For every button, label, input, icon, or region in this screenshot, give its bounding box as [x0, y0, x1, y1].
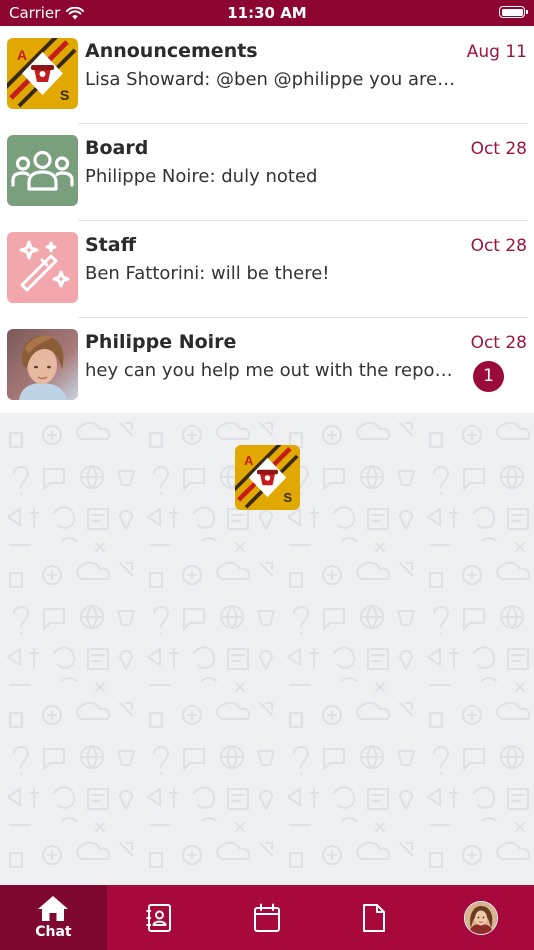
org-logo-watermark: A S — [235, 445, 300, 510]
chat-row-board[interactable]: Board Philippe Noire: duly noted Oct 28 — [0, 123, 534, 220]
chat-preview: Ben Fattorini: will be there! — [85, 263, 330, 284]
svg-text:S: S — [60, 87, 69, 103]
tab-profile[interactable] — [427, 885, 534, 950]
chat-preview: Philippe Noire: duly noted — [85, 166, 318, 187]
chat-title: Philippe Noire — [85, 331, 237, 353]
user-photo — [7, 329, 78, 400]
status-time: 11:30 AM — [227, 4, 307, 22]
org-logo-avatar: A S — [7, 38, 78, 109]
svg-text:A: A — [244, 453, 253, 468]
app-screen: Carrier 11:30 AM A S Announcements Lisa … — [0, 0, 534, 950]
profile-avatar — [463, 900, 498, 935]
chat-title: Announcements — [85, 40, 258, 62]
tab-contacts[interactable] — [107, 885, 214, 950]
chat-title: Staff — [85, 234, 136, 256]
unread-badge: 1 — [473, 361, 504, 392]
chat-date: Oct 28 — [470, 236, 527, 256]
chat-preview: Lisa Showard: @ben @philippe you are goi… — [85, 69, 457, 90]
home-icon — [38, 896, 69, 921]
org-logo-icon: A S — [235, 445, 300, 510]
user-photo-avatar — [7, 329, 78, 400]
staff-avatar — [7, 232, 78, 303]
status-bar: Carrier 11:30 AM — [0, 0, 534, 26]
document-icon — [362, 903, 385, 932]
board-avatar — [7, 135, 78, 206]
group-people-icon — [11, 150, 74, 191]
chat-list: A S Announcements Lisa Showard: @ben @ph… — [0, 26, 534, 414]
chat-title: Board — [85, 137, 149, 159]
chat-row-philippe-noire[interactable]: Philippe Noire hey can you help me out w… — [0, 317, 534, 414]
magic-wand-icon — [19, 240, 70, 292]
tab-bar: Chat — [0, 885, 534, 950]
battery-level — [501, 8, 523, 16]
calendar-icon — [253, 903, 280, 932]
chat-preview: hey can you help me out with the report? — [85, 360, 457, 381]
tab-documents[interactable] — [320, 885, 427, 950]
svg-text:A: A — [17, 47, 27, 63]
chat-row-staff[interactable]: Staff Ben Fattorini: will be there! Oct … — [0, 220, 534, 317]
svg-text:S: S — [284, 490, 293, 505]
chat-date: Oct 28 — [470, 333, 527, 353]
battery-icon — [499, 6, 528, 18]
contacts-icon — [146, 903, 172, 932]
chat-background: A S — [0, 413, 534, 885]
chat-date: Aug 11 — [466, 42, 527, 62]
chat-row-announcements[interactable]: A S Announcements Lisa Showard: @ben @ph… — [0, 26, 534, 123]
chat-date: Oct 28 — [470, 139, 527, 159]
profile-photo — [464, 901, 497, 934]
org-logo-icon: A S — [7, 38, 78, 109]
tab-label: Chat — [35, 924, 72, 940]
tab-calendar[interactable] — [214, 885, 321, 950]
tab-chat[interactable]: Chat — [0, 885, 107, 950]
